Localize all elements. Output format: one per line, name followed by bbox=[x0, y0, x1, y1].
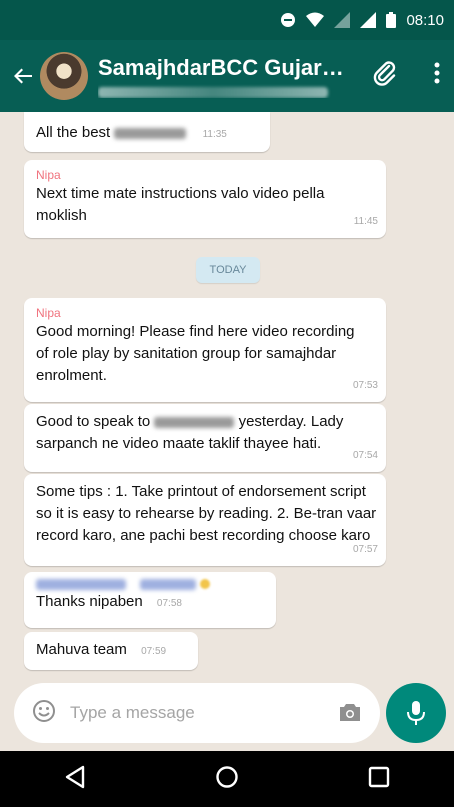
chat-header: SamajhdarBCC Gujarat... bbox=[0, 40, 454, 112]
message-time: 07:59 bbox=[141, 646, 167, 657]
message-list[interactable]: All the best 11:35 Nipa Next time mate i… bbox=[0, 112, 454, 677]
message-bubble[interactable]: Thanks nipaben 07:58 bbox=[24, 572, 276, 628]
attach-button[interactable] bbox=[372, 60, 398, 91]
chat-title-area[interactable]: SamajhdarBCC Gujarat... bbox=[98, 55, 353, 98]
redacted-name bbox=[154, 416, 235, 428]
emoji-button[interactable] bbox=[32, 699, 56, 728]
wifi-icon bbox=[306, 12, 325, 28]
message-text: Next time mate instructions valo video p… bbox=[36, 185, 325, 224]
system-nav-bar bbox=[0, 751, 454, 807]
chat-title: SamajhdarBCC Gujarat... bbox=[98, 54, 353, 80]
message-bubble[interactable]: Some tips : 1. Take printout of endorsem… bbox=[24, 474, 386, 566]
nav-back-button[interactable] bbox=[64, 765, 86, 794]
microphone-icon bbox=[407, 701, 425, 725]
paperclip-icon bbox=[373, 61, 396, 86]
status-bar: 08:10 bbox=[0, 0, 454, 40]
redacted-name bbox=[114, 127, 187, 139]
message-input[interactable] bbox=[70, 703, 320, 723]
message-text: Mahuva team bbox=[36, 641, 127, 658]
signal-weak-icon bbox=[334, 12, 351, 28]
sender-name: Nipa bbox=[36, 306, 61, 320]
message-time: 11:45 bbox=[353, 216, 378, 227]
group-avatar[interactable] bbox=[40, 52, 88, 100]
participants-redacted bbox=[98, 86, 328, 98]
message-bubble[interactable]: Mahuva team 07:59 bbox=[24, 632, 198, 670]
message-time: 07:58 bbox=[156, 598, 182, 609]
camera-icon bbox=[340, 704, 360, 721]
composer bbox=[0, 677, 454, 751]
message-bubble[interactable]: All the best 11:35 bbox=[24, 112, 270, 152]
square-recents-icon bbox=[368, 766, 389, 787]
message-time: 07:53 bbox=[352, 380, 378, 391]
message-text: Some tips : 1. Take printout of endorsem… bbox=[36, 483, 377, 544]
date-divider: TODAY bbox=[196, 257, 260, 283]
message-bubble[interactable]: Nipa Good morning! Please find here vide… bbox=[24, 298, 386, 402]
arrow-back-icon bbox=[14, 68, 32, 84]
do-not-disturb-icon bbox=[280, 12, 296, 28]
message-text: Good to speak to yesterday. Lady sarpanc… bbox=[36, 413, 344, 452]
nav-recents-button[interactable] bbox=[368, 766, 390, 793]
triangle-back-icon bbox=[66, 765, 85, 788]
sender-name: Nipa bbox=[36, 168, 61, 182]
emoji-icon bbox=[200, 579, 211, 590]
more-vert-icon bbox=[434, 62, 440, 84]
camera-button[interactable] bbox=[338, 701, 362, 728]
message-text: All the best bbox=[36, 124, 111, 141]
signal-icon bbox=[360, 12, 377, 28]
message-time: 07:54 bbox=[352, 450, 378, 461]
message-input-box[interactable] bbox=[14, 683, 380, 743]
sender-redacted bbox=[36, 576, 266, 591]
battery-icon bbox=[386, 12, 397, 28]
message-time: 11:35 bbox=[202, 129, 227, 140]
message-bubble[interactable]: Nipa Next time mate instructions valo vi… bbox=[24, 160, 386, 238]
status-time: 08:10 bbox=[406, 11, 444, 29]
circle-home-icon bbox=[216, 765, 238, 788]
more-options-button[interactable] bbox=[434, 62, 440, 89]
nav-home-button[interactable] bbox=[215, 765, 239, 794]
message-text: Thanks nipaben bbox=[36, 593, 143, 610]
back-button[interactable] bbox=[8, 65, 38, 87]
message-bubble[interactable]: Good to speak to yesterday. Lady sarpanc… bbox=[24, 404, 386, 472]
message-time: 07:57 bbox=[352, 544, 378, 555]
voice-record-button[interactable] bbox=[386, 683, 446, 743]
smiley-icon bbox=[33, 699, 55, 722]
message-text: Good morning! Please find here video rec… bbox=[36, 323, 355, 384]
